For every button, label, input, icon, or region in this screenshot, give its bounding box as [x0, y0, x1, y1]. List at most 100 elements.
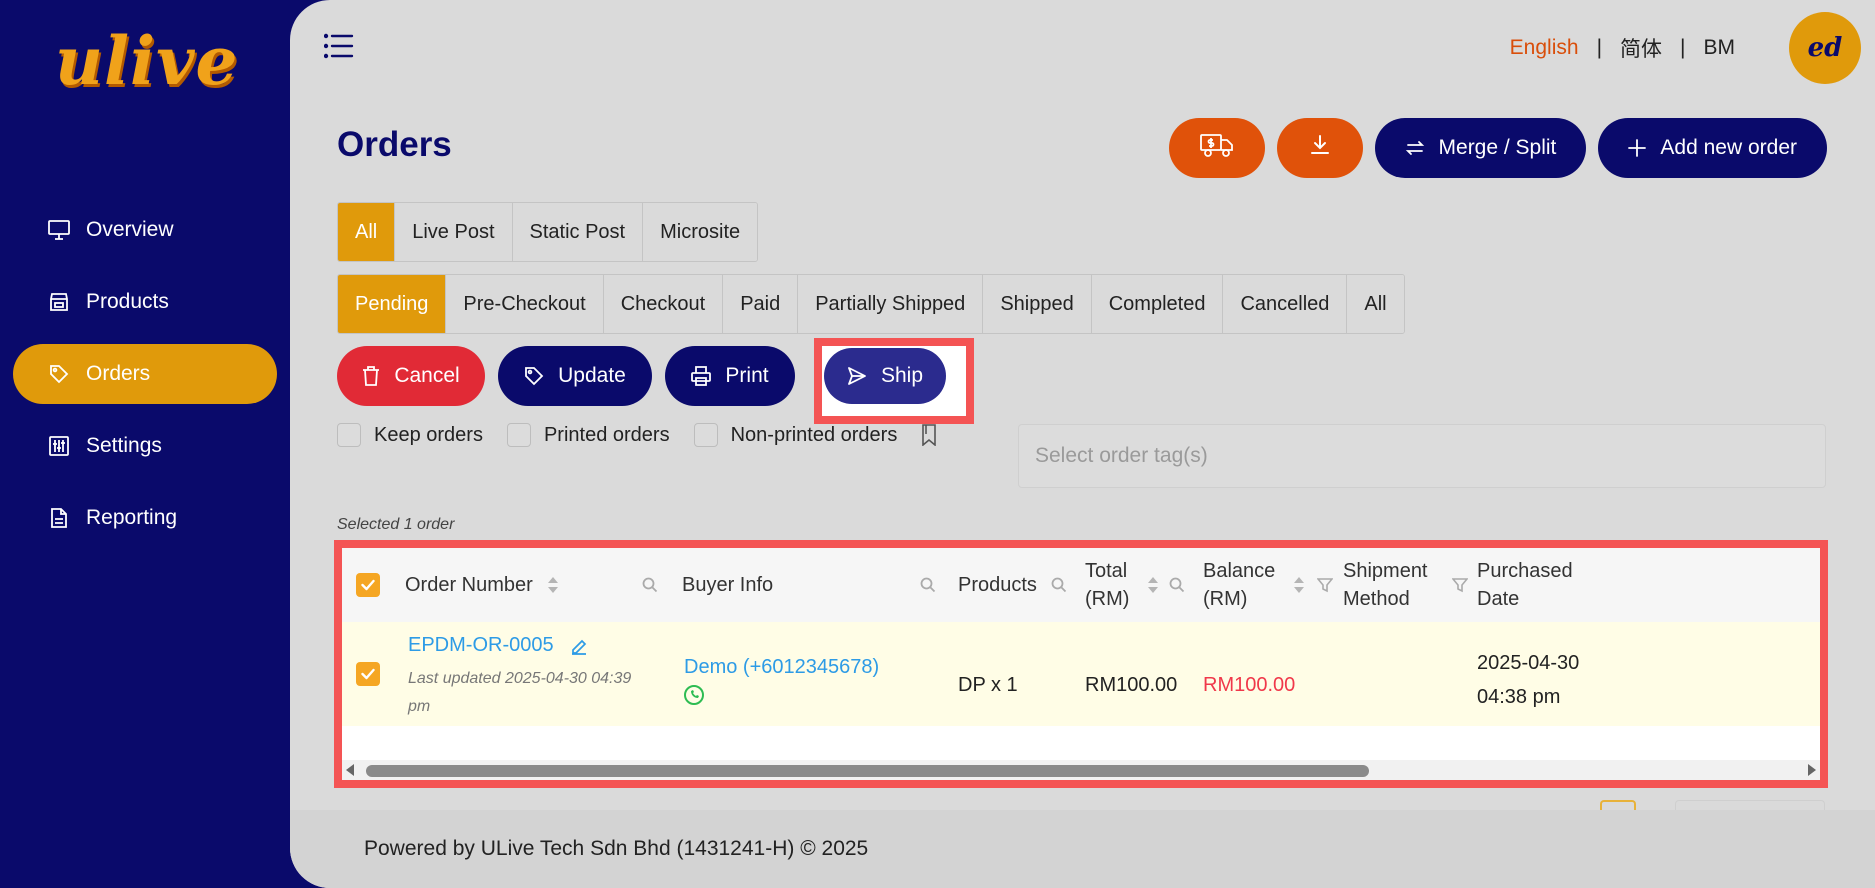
avatar[interactable]: ed [1789, 12, 1861, 84]
ship-button-highlight: Ship [814, 338, 974, 424]
printed-orders-filter[interactable]: Printed orders [506, 423, 670, 447]
non-printed-orders-checkbox[interactable] [693, 423, 718, 447]
tab-pending[interactable]: Pending [338, 275, 447, 333]
col-balance[interactable]: Balance (RM) [1203, 548, 1334, 622]
update-button[interactable]: Update [498, 346, 652, 406]
edit-pencil-icon[interactable] [570, 637, 588, 655]
col-order-number-label: Order Number [405, 573, 533, 596]
tab-static-post[interactable]: Static Post [512, 203, 644, 261]
scrollbar-thumb[interactable] [366, 765, 1369, 777]
update-label: Update [558, 364, 626, 387]
sort-icon[interactable] [547, 575, 559, 595]
tab-cancelled[interactable]: Cancelled [1223, 275, 1348, 333]
tab-source-all[interactable]: All [338, 203, 396, 261]
footer: Powered by ULive Tech Sdn Bhd (1431241-H… [290, 810, 1875, 888]
trash-icon [362, 366, 380, 386]
col-total[interactable]: Total (RM) [1085, 548, 1185, 622]
sidebar-item-reporting[interactable]: Reporting [13, 488, 277, 548]
download-button[interactable] [1276, 118, 1363, 178]
menu-toggle-icon[interactable] [323, 33, 354, 59]
order-filters: Keep orders Printed orders Non-printed o… [337, 423, 949, 447]
buyer-link[interactable]: Demo (+6012345678) [684, 656, 879, 679]
sort-icon[interactable] [1293, 575, 1305, 595]
non-printed-orders-label: Non-printed orders [730, 423, 898, 446]
sidebar-item-overview[interactable]: Overview [13, 200, 277, 260]
order-number-cell: EPDM-OR-0005 Last updated 2025-04-30 04:… [408, 634, 631, 721]
keep-orders-checkbox[interactable] [337, 423, 361, 447]
sidebar-item-settings[interactable]: Settings [13, 416, 277, 476]
tab-completed[interactable]: Completed [1091, 275, 1224, 333]
pagination-page-button[interactable] [1600, 800, 1636, 810]
plus-icon [1628, 139, 1647, 157]
tab-shipped[interactable]: Shipped [983, 275, 1092, 333]
tab-status-all[interactable]: All [1347, 275, 1404, 333]
lang-chinese[interactable]: 简体 [1620, 33, 1662, 63]
sidebar-item-label: Overview [86, 218, 174, 241]
sidebar-item-label: Reporting [86, 506, 178, 529]
ship-label: Ship [880, 364, 924, 387]
order-tag-select[interactable]: Select order tag(s) [1018, 424, 1826, 488]
filter-icon[interactable] [1451, 577, 1468, 593]
row-checkbox[interactable] [356, 662, 380, 686]
page-size-select[interactable] [1675, 800, 1825, 810]
buyer-info-cell: Demo (+6012345678) [684, 656, 879, 711]
sliders-icon [48, 435, 70, 457]
table-header: Order Number Buyer Info Products Total (… [342, 548, 1820, 622]
tab-live-post[interactable]: Live Post [395, 203, 513, 261]
scroll-left-arrow-icon[interactable] [346, 764, 354, 776]
search-icon[interactable] [642, 548, 658, 622]
store-icon [48, 291, 70, 313]
status-tabs: Pending Pre-Checkout Checkout Paid Parti… [337, 274, 1405, 334]
col-products[interactable]: Products [958, 548, 1067, 622]
col-buyer-info[interactable]: Buyer Info [682, 548, 773, 622]
col-total-unit: (RM) [1085, 588, 1130, 610]
merge-split-button[interactable]: Merge / Split [1374, 118, 1587, 178]
sidebar-item-products[interactable]: Products [13, 272, 277, 332]
purchased-time: 04:38 pm [1477, 686, 1561, 708]
ulive-logo[interactable]: ulive [55, 22, 238, 100]
order-number-link[interactable]: EPDM-OR-0005 [408, 634, 554, 657]
send-icon [847, 366, 867, 386]
tab-partially-shipped[interactable]: Partially Shipped [798, 275, 984, 333]
checkmark-icon [356, 662, 380, 686]
non-printed-orders-filter[interactable]: Non-printed orders [693, 423, 898, 447]
search-icon[interactable] [1169, 577, 1185, 593]
filter-icon[interactable] [1317, 577, 1334, 593]
tab-paid[interactable]: Paid [723, 275, 799, 333]
document-icon [48, 507, 70, 529]
lang-separator: | [1680, 36, 1686, 59]
print-button[interactable]: Print [665, 346, 795, 406]
bookmark-tag-icon [921, 424, 937, 446]
col-shipment-method[interactable]: Shipment Method [1343, 548, 1468, 622]
tab-microsite[interactable]: Microsite [643, 203, 758, 261]
lang-bm[interactable]: BM [1704, 36, 1736, 60]
printed-orders-checkbox[interactable] [506, 423, 531, 447]
search-icon[interactable] [1051, 577, 1067, 593]
source-tabs: All Live Post Static Post Microsite [337, 202, 759, 262]
col-total-label: Total [1085, 560, 1128, 582]
table-row[interactable]: EPDM-OR-0005 Last updated 2025-04-30 04:… [342, 622, 1820, 726]
col-shipment-label-2: Method [1343, 588, 1410, 610]
sort-icon[interactable] [1147, 575, 1159, 595]
scroll-right-arrow-icon[interactable] [1808, 764, 1816, 776]
col-purchased-label: Purchased [1477, 560, 1573, 582]
page-actions: Merge / Split Add new order [1168, 118, 1827, 178]
lang-english[interactable]: English [1510, 36, 1579, 60]
horizontal-scrollbar[interactable] [342, 760, 1820, 780]
cancel-button[interactable]: Cancel [337, 346, 485, 406]
shipping-fee-button[interactable] [1168, 118, 1265, 178]
lang-separator: | [1596, 36, 1603, 59]
col-balance-unit: (RM) [1203, 588, 1248, 610]
select-all-checkbox[interactable] [356, 548, 380, 622]
keep-orders-filter[interactable]: Keep orders [337, 423, 483, 447]
tab-pre-checkout[interactable]: Pre-Checkout [446, 275, 604, 333]
search-icon[interactable] [920, 548, 936, 622]
col-purchased-date[interactable]: Purchased Date [1477, 548, 1573, 622]
footer-text: Powered by ULive Tech Sdn Bhd (1431241-H… [364, 837, 869, 860]
sidebar-item-orders[interactable]: Orders [13, 344, 277, 404]
whatsapp-icon[interactable] [684, 685, 879, 711]
col-order-number[interactable]: Order Number [405, 548, 559, 622]
ship-button[interactable]: Ship [824, 348, 946, 404]
tab-checkout[interactable]: Checkout [603, 275, 724, 333]
add-new-order-button[interactable]: Add new order [1598, 118, 1827, 178]
